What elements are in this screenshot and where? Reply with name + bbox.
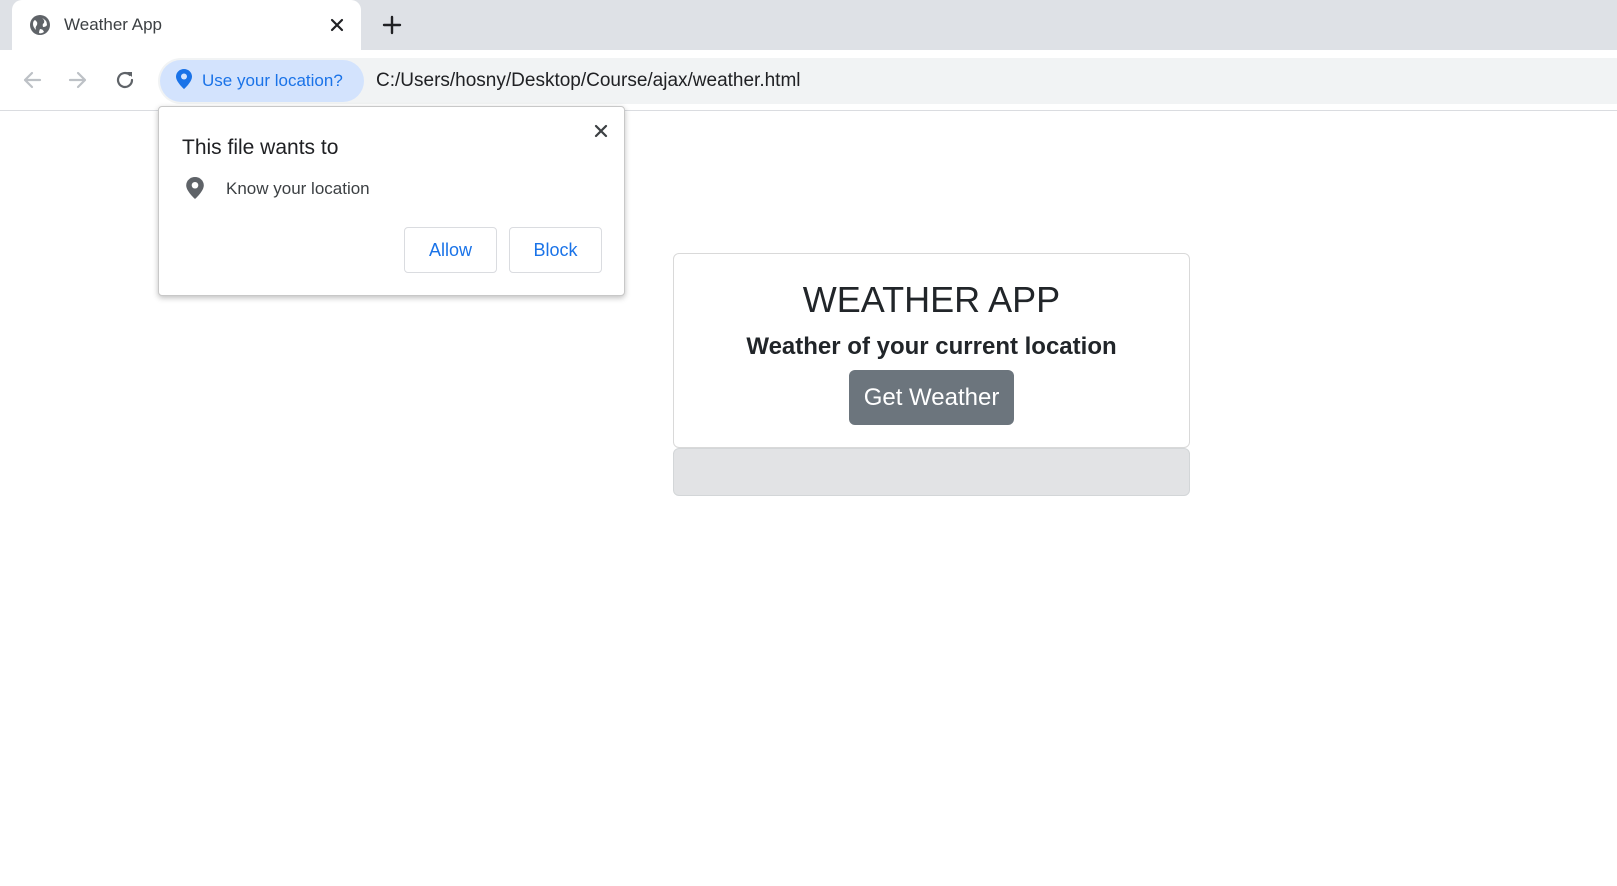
tab-title: Weather App bbox=[64, 15, 162, 34]
location-permission-chip[interactable]: Use your location? bbox=[160, 60, 364, 102]
address-bar[interactable]: Use your location? C:/Users/hosny/Deskto… bbox=[158, 58, 1617, 104]
page-subtitle: Weather of your current location bbox=[746, 333, 1117, 360]
location-permission-popup: This file wants to Know your location Al… bbox=[158, 106, 625, 296]
browser-toolbar: Use your location? C:/Users/hosny/Deskto… bbox=[0, 50, 1617, 111]
location-pin-icon bbox=[176, 68, 192, 94]
weather-result-box bbox=[673, 448, 1190, 496]
forward-arrow-icon[interactable] bbox=[64, 66, 92, 94]
reload-icon[interactable] bbox=[111, 66, 139, 94]
popup-title: This file wants to bbox=[182, 136, 339, 159]
plus-icon[interactable] bbox=[380, 13, 404, 37]
page-title: WEATHER APP bbox=[802, 279, 1061, 320]
permission-text: Know your location bbox=[226, 179, 370, 198]
back-arrow-icon[interactable] bbox=[18, 66, 46, 94]
globe-icon bbox=[29, 14, 51, 36]
weather-card: WEATHER APP Weather of your current loca… bbox=[673, 253, 1190, 448]
location-pin-icon bbox=[186, 177, 206, 199]
block-button[interactable]: Block bbox=[509, 227, 602, 273]
get-weather-button[interactable]: Get Weather bbox=[849, 370, 1014, 425]
location-chip-label: Use your location? bbox=[202, 71, 343, 90]
url-text: C:/Users/hosny/Desktop/Course/ajax/weath… bbox=[376, 70, 801, 91]
browser-tab[interactable]: Weather App bbox=[12, 0, 361, 50]
close-icon[interactable] bbox=[589, 119, 613, 143]
close-icon[interactable] bbox=[326, 14, 348, 36]
allow-button[interactable]: Allow bbox=[404, 227, 497, 273]
tab-strip: Weather App bbox=[0, 0, 1617, 50]
